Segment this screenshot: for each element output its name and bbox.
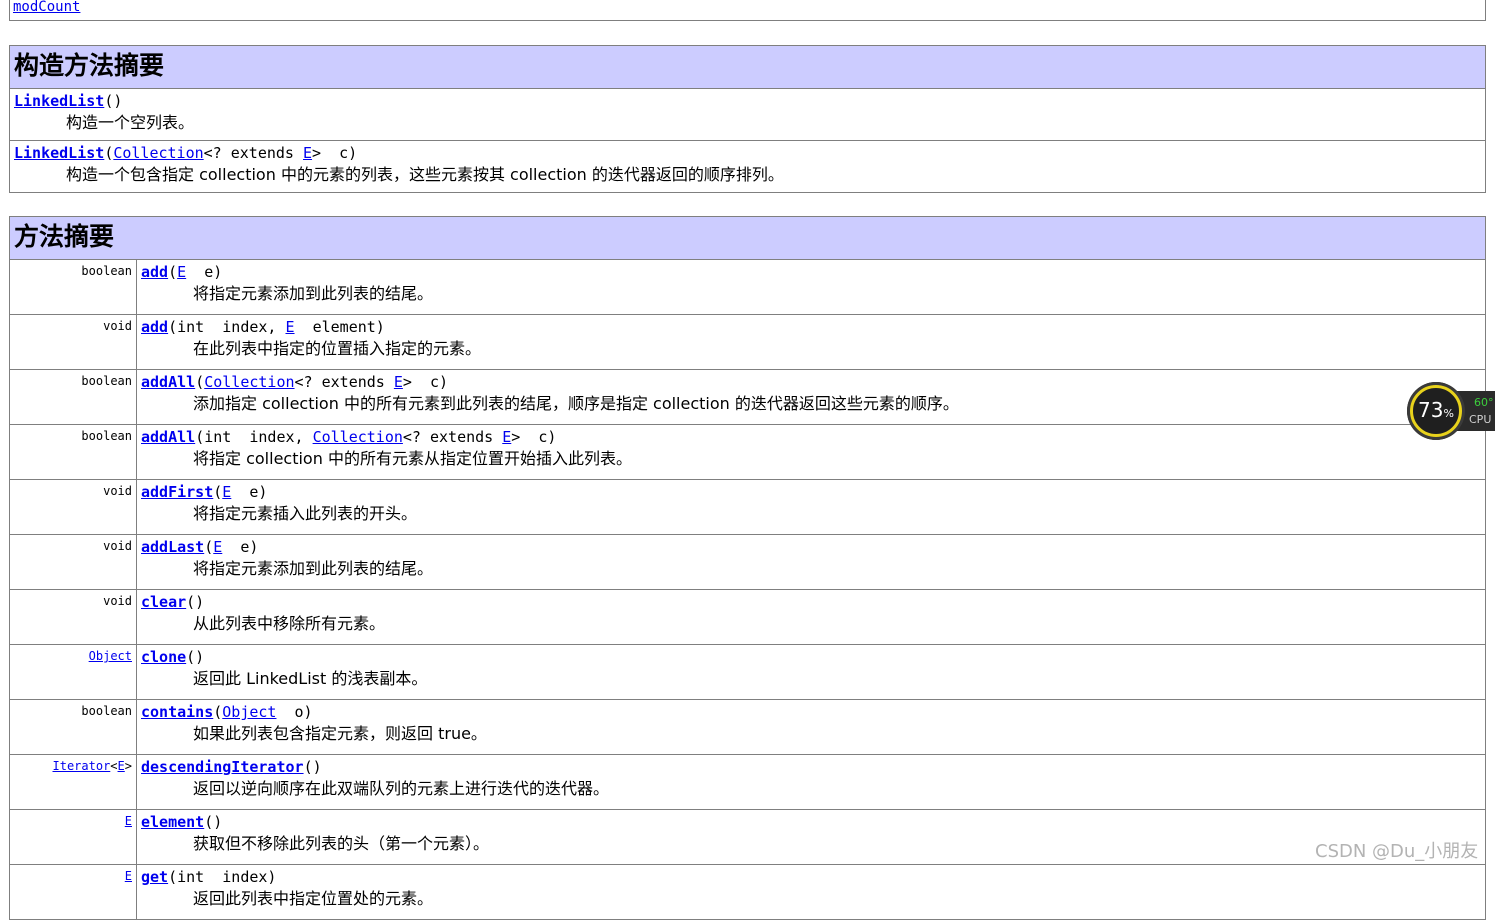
type-param-link[interactable]: E — [303, 144, 312, 162]
return-type: boolean — [9, 424, 137, 480]
cpu-temperature: 60° — [1474, 396, 1494, 409]
table-row: LinkedList(Collection<? extends E> c) 构造… — [9, 140, 1486, 193]
table-row: void addLast(E e) 将指定元素添加到此列表的结尾。 — [9, 534, 1486, 590]
method-description: 返回以逆向顺序在此双端队列的元素上进行迭代的迭代器。 — [193, 779, 610, 798]
return-type: boolean — [9, 699, 137, 755]
method-signature: clear() — [141, 593, 205, 611]
method-signature: get(int index) — [141, 868, 277, 886]
return-type-link[interactable]: E — [125, 869, 132, 883]
method-summary-table: 方法摘要 boolean add(E e) 将指定元素添加到此列表的结尾。 void a… — [9, 216, 1486, 920]
constructor-summary-table: 构造方法摘要 LinkedList() 构造一个空列表。 LinkedList(… — [9, 45, 1486, 193]
method-summary-title: 方法摘要 — [9, 216, 1486, 260]
method-description: 获取但不移除此列表的头（第一个元素）。 — [193, 834, 490, 853]
cpu-percent: 73 — [1418, 398, 1444, 422]
method-link-contains[interactable]: contains — [141, 703, 213, 721]
return-type: void — [9, 589, 137, 645]
return-type: E — [9, 809, 137, 865]
modcount-link[interactable]: modCount — [13, 0, 80, 15]
method-link-clone[interactable]: clone — [141, 648, 186, 666]
return-type-link[interactable]: E — [125, 814, 132, 828]
table-row: Iterator<E> descendingIterator() 返回以逆向顺序在此… — [9, 754, 1486, 810]
constructor-link[interactable]: LinkedList — [14, 92, 104, 110]
method-signature: addFirst(E e) — [141, 483, 268, 501]
method-link-addFirst[interactable]: addFirst — [141, 483, 213, 501]
type-link[interactable]: E — [222, 483, 231, 501]
collection-type-link[interactable]: Collection — [113, 144, 203, 162]
cpu-gauge: 73% — [1407, 382, 1465, 440]
return-type: boolean — [9, 259, 137, 315]
method-signature: contains(Object o) — [141, 703, 313, 721]
method-link-get[interactable]: get — [141, 868, 168, 886]
table-row: LinkedList() 构造一个空列表。 — [9, 88, 1486, 141]
method-description: 返回此 LinkedList 的浅表副本。 — [193, 669, 428, 688]
return-type: boolean — [9, 369, 137, 425]
method-link-addAll[interactable]: addAll — [141, 428, 195, 446]
method-link-clear[interactable]: clear — [141, 593, 186, 611]
type-link[interactable]: E — [502, 428, 511, 446]
method-description: 将指定元素插入此列表的开头。 — [193, 504, 418, 523]
method-description: 将指定元素添加到此列表的结尾。 — [193, 284, 434, 303]
return-type-link[interactable]: Iterator — [53, 759, 111, 773]
type-link[interactable]: E — [213, 538, 222, 556]
table-row: void add(int index, E element) 在此列表中指定的位置插… — [9, 314, 1486, 370]
watermark: CSDN @Du_小朋友 — [1315, 841, 1479, 862]
table-row: void addFirst(E e) 将指定元素插入此列表的开头。 — [9, 479, 1486, 535]
type-link[interactable]: Object — [222, 703, 276, 721]
method-signature: add(E e) — [141, 263, 223, 281]
method-signature: addAll(Collection<? extends E> c) — [141, 373, 449, 391]
method-signature: element() — [141, 813, 223, 831]
table-row: boolean contains(Object o) 如果此列表包含指定元素，则返回… — [9, 699, 1486, 755]
type-link[interactable]: E — [286, 318, 295, 336]
method-description: 添加指定 collection 中的所有元素到此列表的结尾，顺序是指定 coll… — [193, 394, 959, 413]
method-link-add[interactable]: add — [141, 318, 168, 336]
method-description: 返回此列表中指定位置处的元素。 — [193, 889, 434, 908]
constructor-summary-title: 构造方法摘要 — [9, 45, 1486, 89]
method-link-addLast[interactable]: addLast — [141, 538, 204, 556]
cpu-label: CPU — [1469, 413, 1492, 426]
method-link-add[interactable]: add — [141, 263, 168, 281]
return-type: void — [9, 479, 137, 535]
method-signature: add(int index, E element) — [141, 318, 385, 336]
constructor-link[interactable]: LinkedList — [14, 144, 104, 162]
table-row: boolean add(E e) 将指定元素添加到此列表的结尾。 — [9, 259, 1486, 315]
table-row: boolean addAll(int index, Collection<? ex… — [9, 424, 1486, 480]
method-description: 如果此列表包含指定元素，则返回 true。 — [193, 724, 487, 743]
table-row: void clear() 从此列表中移除所有元素。 — [9, 589, 1486, 645]
return-type-link[interactable]: Object — [89, 649, 132, 663]
return-type-link[interactable]: E — [118, 759, 125, 773]
method-link-addAll[interactable]: addAll — [141, 373, 195, 391]
constructor-description: 构造一个包含指定 collection 中的元素的列表，这些元素按其 colle… — [66, 165, 784, 184]
table-row: Eelement() 获取但不移除此列表的头（第一个元素）。 — [9, 809, 1486, 865]
return-type: Iterator<E> — [9, 754, 137, 810]
method-description: 从此列表中移除所有元素。 — [193, 614, 386, 633]
return-type: void — [9, 314, 137, 370]
table-row: Object clone() 返回此 LinkedList 的浅表副本。 — [9, 644, 1486, 700]
type-link[interactable]: E — [394, 373, 403, 391]
method-link-element[interactable]: element — [141, 813, 204, 831]
method-signature: descendingIterator() — [141, 758, 322, 776]
method-link-descendingIterator[interactable]: descendingIterator — [141, 758, 304, 776]
field-summary-table-tail: modCount — [9, 0, 1486, 21]
method-signature: addAll(int index, Collection<? extends E… — [141, 428, 557, 446]
type-link[interactable]: E — [177, 263, 186, 281]
table-row: boolean addAll(Collection<? extends E> c)… — [9, 369, 1486, 425]
type-link[interactable]: Collection — [204, 373, 294, 391]
method-description: 将指定元素添加到此列表的结尾。 — [193, 559, 434, 578]
constructor-description: 构造一个空列表。 — [66, 113, 195, 132]
type-link[interactable]: Collection — [313, 428, 403, 446]
method-description: 将指定 collection 中的所有元素从指定位置开始插入此列表。 — [193, 449, 632, 468]
method-signature: clone() — [141, 648, 205, 666]
return-type: void — [9, 534, 137, 590]
cpu-monitor-widget[interactable]: 73% 60° CPU — [1407, 382, 1495, 440]
method-signature: addLast(E e) — [141, 538, 259, 556]
method-description: 在此列表中指定的位置插入指定的元素。 — [193, 339, 482, 358]
return-type: Object — [9, 644, 137, 700]
